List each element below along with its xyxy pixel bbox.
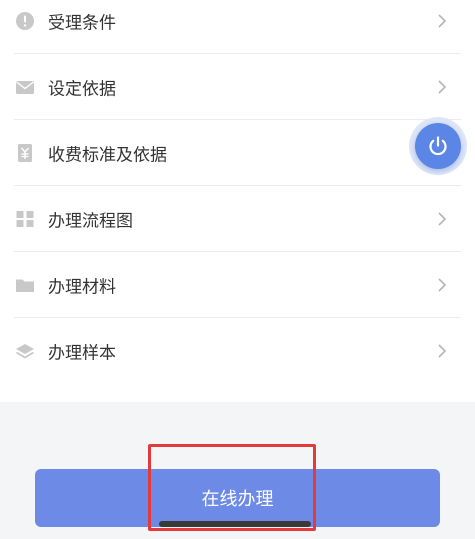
list-item-label: 设定依据	[48, 79, 116, 100]
list-item-label: 受理条件	[48, 13, 116, 34]
list-item-fee-standards[interactable]: 收费标准及依据	[0, 120, 475, 186]
layers-icon	[15, 341, 35, 361]
chevron-right-icon	[437, 343, 447, 359]
info-circle-icon	[15, 11, 35, 31]
list-item-label: 收费标准及依据	[48, 145, 167, 166]
folder-icon	[15, 275, 35, 295]
item-list: 受理条件 设定依据 收费标准及依据 办理流程图 办理材料 办理样本	[0, 0, 475, 402]
list-item-label: 办理材料	[48, 277, 116, 298]
grid-flow-icon	[15, 209, 35, 229]
chevron-right-icon	[437, 79, 447, 95]
online-process-button[interactable]: 在线办理	[35, 469, 440, 527]
home-indicator[interactable]	[159, 521, 311, 527]
list-item-flowchart[interactable]: 办理流程图	[0, 186, 475, 252]
chevron-right-icon	[437, 211, 447, 227]
floating-power-button[interactable]	[409, 117, 467, 175]
list-item-basis[interactable]: 设定依据	[0, 54, 475, 120]
list-item-label: 办理样本	[48, 343, 116, 364]
chevron-right-icon	[437, 277, 447, 293]
yen-document-icon	[15, 143, 35, 163]
list-item-samples[interactable]: 办理样本	[0, 318, 475, 384]
list-item-acceptance-conditions[interactable]: 受理条件	[0, 0, 475, 54]
envelope-icon	[15, 77, 35, 97]
list-item-label: 办理流程图	[48, 211, 133, 232]
list-item-materials[interactable]: 办理材料	[0, 252, 475, 318]
power-icon	[415, 123, 461, 169]
chevron-right-icon	[437, 13, 447, 29]
